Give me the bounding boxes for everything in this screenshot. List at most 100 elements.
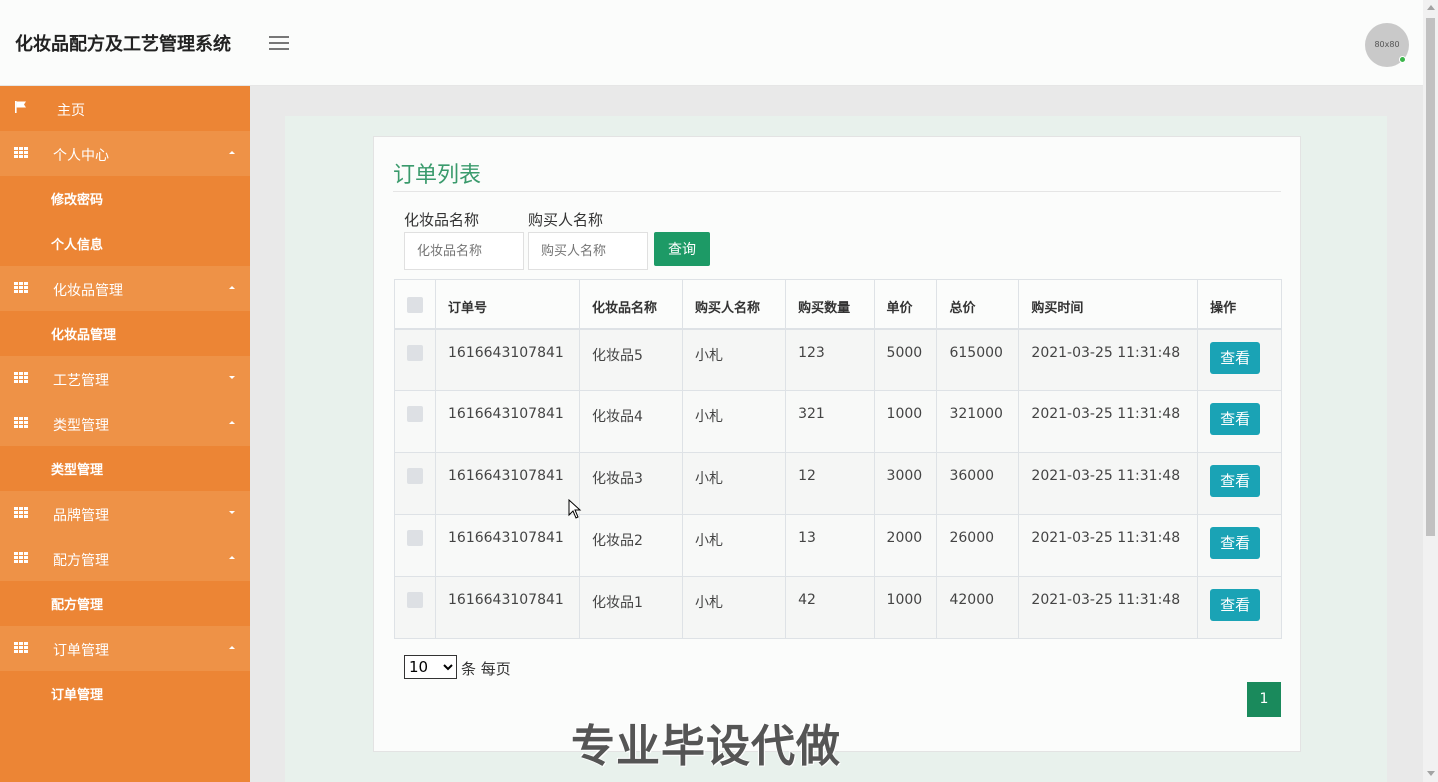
sidebar-item-label: 个人信息 (51, 238, 104, 253)
grid-icon (14, 282, 28, 293)
sidebar-item-2[interactable]: 修改密码 (0, 176, 250, 221)
table-row: 1616643107841 化妆品3 小札 12 3000 36000 2021-03-25… (394, 452, 1282, 515)
caret-up-icon (229, 646, 235, 649)
row-checkbox[interactable] (407, 468, 423, 484)
cell-qty: 12 (785, 452, 875, 515)
sidebar-item-label: 订单管理 (51, 688, 104, 703)
action-cell: 查看 (1197, 576, 1282, 639)
product-name-input[interactable] (404, 232, 524, 270)
cell-buyer: 小札 (682, 390, 787, 453)
cell-price: 1000 (873, 576, 938, 639)
cell-price: 5000 (873, 328, 938, 391)
cell-qty: 123 (785, 328, 875, 391)
sidebar-item-label: 个人中心 (53, 148, 109, 164)
view-button[interactable]: 查看 (1210, 465, 1261, 497)
search-button[interactable]: 查询 (654, 232, 710, 266)
order-table: 订单号 化妆品名称 购买人名称 购买数量 单价 总价 购买时间 操作 16166… (394, 279, 1282, 639)
sidebar-item-11[interactable]: 配方管理 (0, 581, 250, 626)
view-button[interactable]: 查看 (1210, 527, 1261, 559)
view-button[interactable]: 查看 (1210, 341, 1261, 374)
cell-total: 42000 (936, 576, 1020, 639)
row-select-cell (394, 328, 436, 391)
header-action: 操作 (1197, 279, 1282, 330)
page-size-select[interactable]: 10 (404, 655, 457, 679)
sidebar-item-7[interactable]: 类型管理 (0, 401, 250, 446)
action-cell: 查看 (1197, 328, 1282, 391)
cell-order: 1616643107841 (435, 452, 580, 515)
sidebar-item-6[interactable]: 工艺管理 (0, 356, 250, 401)
sidebar-item-9[interactable]: 品牌管理 (0, 491, 250, 536)
sidebar-item-13[interactable]: 订单管理 (0, 671, 250, 716)
view-button[interactable]: 查看 (1210, 403, 1261, 435)
header-qty: 购买数量 (785, 279, 875, 330)
grid-icon (14, 147, 28, 158)
cell-total: 615000 (936, 328, 1020, 391)
scroll-thumb[interactable] (1426, 18, 1435, 536)
sidebar-item-0[interactable]: 主页 (0, 86, 250, 131)
sidebar-item-1[interactable]: 个人中心 (0, 131, 250, 176)
cell-buyer: 小札 (682, 514, 787, 577)
menu-toggle-icon[interactable] (269, 36, 289, 52)
row-select-cell (394, 390, 436, 453)
sidebar-item-label: 品牌管理 (53, 508, 109, 524)
sidebar-item-3[interactable]: 个人信息 (0, 221, 250, 266)
sidebar-item-label: 化妆品管理 (53, 283, 123, 299)
cell-price: 1000 (873, 390, 938, 453)
pagination-page-1[interactable]: 1 (1247, 682, 1281, 717)
top-header: 化妆品配方及工艺管理系统 80x80 (0, 0, 1423, 86)
cell-time: 2021-03-25 11:31:48 (1018, 576, 1199, 639)
caret-up-icon (229, 151, 235, 154)
action-cell: 查看 (1197, 390, 1282, 453)
app-title: 化妆品配方及工艺管理系统 (15, 34, 231, 55)
table-header-row: 订单号 化妆品名称 购买人名称 购买数量 单价 总价 购买时间 操作 (394, 279, 1282, 330)
cell-product: 化妆品1 (578, 576, 684, 639)
caret-up-icon (229, 421, 235, 424)
mouse-cursor-icon (568, 499, 582, 519)
watermark-text: 专业毕设代做 (571, 721, 841, 772)
cell-time: 2021-03-25 11:31:48 (1018, 452, 1199, 515)
grid-icon (14, 372, 28, 383)
table-row: 1616643107841 化妆品1 小札 42 1000 42000 2021-03-25… (394, 576, 1282, 639)
select-all-checkbox[interactable] (407, 297, 423, 313)
flag-icon (15, 101, 26, 113)
sidebar-item-8[interactable]: 类型管理 (0, 446, 250, 491)
order-list-panel: 订单列表 化妆品名称 购买人名称 查询 订单号 化妆品名称 购买人名称 购买数量… (373, 136, 1301, 752)
cell-total: 321000 (936, 390, 1020, 453)
cell-time: 2021-03-25 11:31:48 (1018, 514, 1199, 577)
grid-icon (14, 417, 28, 428)
table-row: 1616643107841 化妆品4 小札 321 1000 321000 2021-03-… (394, 390, 1282, 453)
row-select-cell (394, 514, 436, 577)
view-button[interactable]: 查看 (1210, 589, 1261, 621)
buyer-name-label: 购买人名称 (528, 211, 604, 229)
cell-product: 化妆品4 (578, 390, 684, 453)
sidebar-item-label: 主页 (57, 103, 85, 119)
row-select-cell (394, 576, 436, 639)
page-scrollbar[interactable] (1423, 0, 1438, 782)
cell-qty: 13 (785, 514, 875, 577)
sidebar-item-label: 工艺管理 (53, 373, 109, 389)
sidebar-item-5[interactable]: 化妆品管理 (0, 311, 250, 356)
scroll-up-icon[interactable] (1427, 5, 1435, 10)
online-status-dot (1399, 56, 1406, 63)
cell-buyer: 小札 (682, 328, 787, 391)
header-total: 总价 (936, 279, 1020, 330)
cell-total: 36000 (936, 452, 1020, 515)
row-checkbox[interactable] (407, 406, 423, 422)
caret-down-icon (229, 511, 235, 514)
row-checkbox[interactable] (407, 344, 423, 361)
cell-product: 化妆品3 (578, 452, 684, 515)
sidebar-item-4[interactable]: 化妆品管理 (0, 266, 250, 311)
product-name-label: 化妆品名称 (404, 211, 480, 229)
grid-icon (14, 507, 28, 518)
sidebar-item-label: 配方管理 (51, 598, 104, 613)
row-checkbox[interactable] (407, 530, 423, 546)
cell-order: 1616643107841 (435, 514, 580, 577)
buyer-name-input[interactable] (528, 232, 648, 270)
sidebar-item-12[interactable]: 订单管理 (0, 626, 250, 671)
sidebar-item-10[interactable]: 配方管理 (0, 536, 250, 581)
table-row: 1616643107841 化妆品5 小札 123 5000 615000 2021-03-… (394, 328, 1282, 391)
scroll-down-icon[interactable] (1427, 771, 1435, 776)
row-checkbox[interactable] (407, 592, 423, 608)
sidebar-item-label: 类型管理 (53, 418, 109, 434)
header-price: 单价 (873, 279, 938, 330)
